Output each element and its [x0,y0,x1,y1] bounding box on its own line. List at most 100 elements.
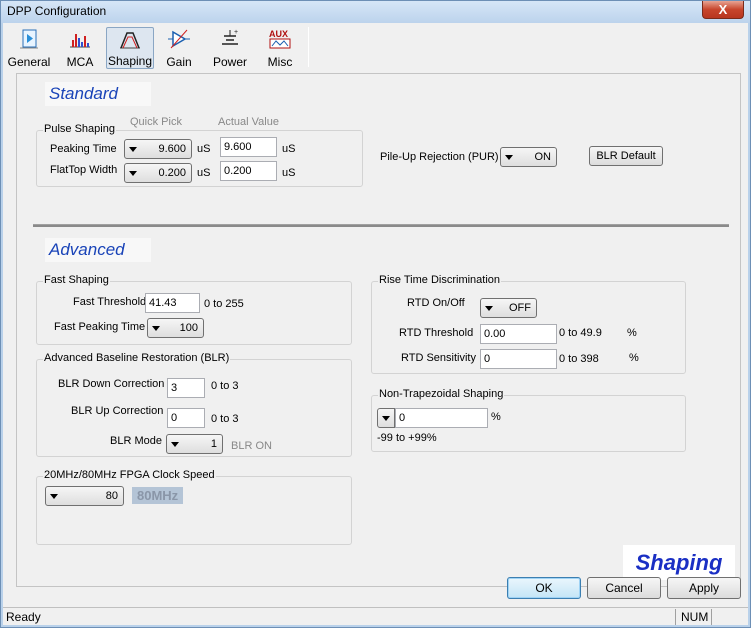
title-bar: DPP Configuration X [1,1,750,23]
shaping-banner: Shaping [623,545,735,580]
blr-down-range: 0 to 3 [211,380,239,392]
status-text: Ready [6,610,41,624]
status-divider [675,609,676,625]
chevron-down-icon [50,494,58,499]
peaking-time-quick-unit: uS [197,143,211,155]
misc-icon: AUX [269,29,291,49]
flattop-width-quick-select[interactable]: 0.200 [124,163,192,183]
peaking-time-label: Peaking Time [50,143,117,155]
pur-label: Pile-Up Rejection (PUR) [380,151,499,163]
toolbar-shaping-button[interactable]: Shaping [106,27,154,69]
shaping-icon [120,32,140,49]
non-trapezoidal-unit: % [491,411,501,423]
chevron-down-icon [129,171,137,176]
blr-mode-status: BLR ON [231,440,272,452]
chevron-down-icon [505,155,513,160]
toolbar-misc-label: Misc [267,55,293,69]
rtd-sensitivity-range: 0 to 398 [559,353,599,365]
flattop-width-actual-input[interactable]: 0.200 [220,161,277,181]
toolbar-general-button[interactable]: General [5,27,53,69]
flattop-width-actual-unit: uS [282,167,296,179]
power-icon: + [222,29,238,45]
toolbar-general-label: General [7,55,51,69]
rtd-onoff-select[interactable]: OFF [480,298,537,318]
clock-speed-select[interactable]: 80 [45,486,124,506]
blr-down-label: BLR Down Correction [58,378,165,390]
toolbar-power-button[interactable]: + Power [206,27,254,69]
rtd-threshold-input[interactable]: 0.00 [480,324,557,344]
fast-peaking-time-select[interactable]: 100 [147,318,204,338]
clock-speed-title: 20MHz/80MHz FPGA Clock Speed [43,469,216,481]
blr-default-button[interactable]: BLR Default [589,146,663,166]
blr-title: Advanced Baseline Restoration (BLR) [43,352,231,364]
pur-value: ON [534,151,552,163]
toolbar-mca-button[interactable]: MCA [56,27,104,69]
standard-section-title: Standard [45,82,151,106]
dpp-configuration-window: DPP Configuration X General MCA Shaping … [0,0,751,628]
chevron-down-icon [152,326,160,331]
blr-up-label: BLR Up Correction [71,405,164,417]
flattop-width-quick-unit: uS [197,167,211,179]
cancel-button[interactable]: Cancel [587,577,661,599]
rtd-sensitivity-label: RTD Sensitivity [401,352,476,364]
clock-speed-display: 80MHz [132,487,184,504]
rtd-threshold-range: 0 to 49.9 [559,327,602,339]
peaking-time-quick-select[interactable]: 9.600 [124,139,192,159]
general-icon [20,29,38,49]
fast-shaping-title: Fast Shaping [43,274,110,286]
chevron-down-icon [129,147,137,152]
peaking-time-actual-input[interactable]: 9.600 [220,137,277,157]
shaping-page: Standard Quick Pick Actual Value Pulse S… [16,73,741,587]
flattop-width-label: FlatTop Width [50,164,118,176]
gain-icon [168,29,190,49]
fast-peaking-time-label: Fast Peaking Time [54,321,146,333]
fast-threshold-label: Fast Threshold [73,296,147,308]
chevron-down-icon [382,416,390,421]
chevron-down-icon [171,442,179,447]
client-area: General MCA Shaping Gain + Power AUX Mis… [3,23,748,625]
blr-up-range: 0 to 3 [211,413,239,425]
svg-text:+: + [234,29,238,36]
fast-threshold-input[interactable]: 41.43 [145,293,200,313]
pur-select[interactable]: ON [500,147,557,167]
blr-down-input[interactable]: 3 [167,378,205,398]
mca-icon [70,34,90,48]
pulse-shaping-title: Pulse Shaping [43,123,116,135]
blr-mode-value: 1 [210,438,217,450]
actual-value-header: Actual Value [218,116,279,128]
non-trapezoidal-dropdown[interactable] [377,408,395,428]
svg-text:AUX: AUX [269,29,288,39]
rtd-onoff-label: RTD On/Off [407,297,465,309]
toolbar-gain-label: Gain [166,55,192,69]
status-bar: Ready NUM [3,607,748,625]
rtd-threshold-label: RTD Threshold [399,327,474,339]
num-lock-indicator: NUM [681,610,709,624]
toolbar-gain-button[interactable]: Gain [155,27,203,69]
chevron-down-icon [485,306,493,311]
blr-mode-label: BLR Mode [110,435,162,447]
non-trapezoidal-range: -99 to +99% [377,432,437,444]
toolbar-mca-label: MCA [66,55,94,69]
section-divider [33,224,729,227]
clock-speed-value: 80 [105,490,118,502]
rtd-title: Rise Time Discrimination [378,274,502,286]
non-trapezoidal-title: Non-Trapezoidal Shaping [378,388,505,400]
rtd-sensitivity-unit: % [629,352,639,364]
ok-button[interactable]: OK [507,577,581,599]
apply-button[interactable]: Apply [667,577,741,599]
peaking-time-actual-unit: uS [282,143,296,155]
non-trapezoidal-input[interactable]: 0 [395,408,488,428]
rtd-sensitivity-input[interactable]: 0 [480,349,557,369]
toolbar-power-label: Power [212,55,247,69]
flattop-width-quick-value: 0.200 [158,167,186,179]
blr-up-input[interactable]: 0 [167,408,205,428]
advanced-section-title: Advanced [45,238,151,262]
fast-threshold-range: 0 to 255 [204,298,244,310]
close-button[interactable]: X [702,1,744,19]
rtd-onoff-value: OFF [509,302,531,314]
toolbar: General MCA Shaping Gain + Power AUX Mis… [3,23,313,71]
status-divider [711,609,712,625]
blr-mode-select[interactable]: 1 [166,434,223,454]
toolbar-misc-button[interactable]: AUX Misc [256,27,304,69]
fast-peaking-time-value: 100 [179,322,198,334]
